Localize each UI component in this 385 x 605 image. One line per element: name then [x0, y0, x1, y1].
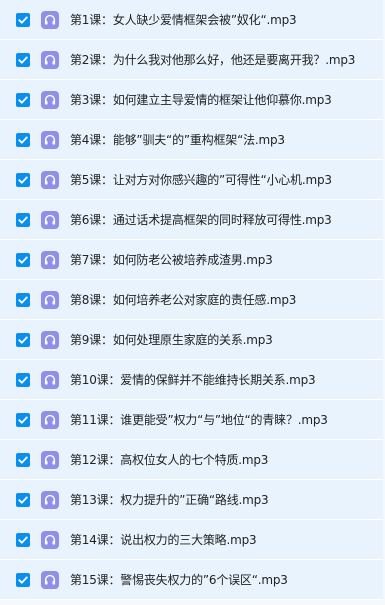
- audio-headphones-icon: [41, 290, 59, 309]
- file-row[interactable]: 第12课：高权位女人的七个特质.mp3: [0, 440, 383, 480]
- checkbox-checked-icon[interactable]: [16, 132, 30, 147]
- file-row[interactable]: 第8课：如何培养老公对家庭的责任感.mp3: [0, 280, 383, 320]
- checkbox-checked-icon[interactable]: [16, 492, 30, 507]
- file-row[interactable]: 第9课：如何处理原生家庭的关系.mp3: [0, 320, 383, 360]
- checkbox-checked-icon[interactable]: [16, 572, 30, 587]
- file-name: 第4课：能够”驯夫“的”重构框架“法.mp3: [70, 133, 285, 147]
- checkbox-checked-icon[interactable]: [16, 372, 30, 387]
- file-row[interactable]: 第2课：为什么我对他那么好，他还是要离开我？.mp3: [0, 40, 383, 80]
- file-name: 第11课：谁更能受”权力“与”地位“的青睐？.mp3: [70, 413, 328, 427]
- audio-headphones-icon: [41, 130, 59, 149]
- audio-headphones-icon: [41, 170, 59, 189]
- checkbox-checked-icon[interactable]: [16, 92, 30, 107]
- checkbox-checked-icon[interactable]: [16, 412, 30, 427]
- file-name: 第12课：高权位女人的七个特质.mp3: [70, 453, 269, 467]
- audio-headphones-icon: [41, 90, 59, 109]
- audio-headphones-icon: [41, 330, 59, 349]
- file-name: 第1课：女人缺少爱情框架会被”奴化“.mp3: [70, 13, 297, 27]
- checkbox-checked-icon[interactable]: [16, 452, 30, 467]
- file-row[interactable]: 第4课：能够”驯夫“的”重构框架“法.mp3: [0, 120, 383, 160]
- file-name: 第7课：如何防老公被培养成渣男.mp3: [70, 253, 273, 267]
- audio-headphones-icon: [41, 570, 59, 589]
- file-name: 第14课：说出权力的三大策略.mp3: [70, 533, 257, 547]
- file-row[interactable]: 第14课：说出权力的三大策略.mp3: [0, 520, 383, 560]
- file-row[interactable]: 第11课：谁更能受”权力“与”地位“的青睐？.mp3: [0, 400, 383, 440]
- file-row[interactable]: 第13课：权力提升的”正确“路线.mp3: [0, 480, 383, 520]
- file-row[interactable]: 第1课：女人缺少爱情框架会被”奴化“.mp3: [0, 0, 383, 40]
- checkbox-checked-icon[interactable]: [16, 212, 30, 227]
- checkbox-checked-icon[interactable]: [16, 172, 30, 187]
- file-name: 第5课：让对方对你感兴趣的”可得性“小心机.mp3: [70, 173, 332, 187]
- file-row[interactable]: 第7课：如何防老公被培养成渣男.mp3: [0, 240, 383, 280]
- file-name: 第8课：如何培养老公对家庭的责任感.mp3: [70, 293, 297, 307]
- file-row[interactable]: 第3课：如何建立主导爱情的框架让他仰慕你.mp3: [0, 80, 383, 120]
- audio-headphones-icon: [41, 10, 59, 29]
- checkbox-checked-icon[interactable]: [16, 292, 30, 307]
- audio-headphones-icon: [41, 250, 59, 269]
- checkbox-checked-icon[interactable]: [16, 332, 30, 347]
- file-name: 第15课：警惕丧失权力的”6个误区“.mp3: [70, 573, 288, 587]
- file-name: 第3课：如何建立主导爱情的框架让他仰慕你.mp3: [70, 93, 332, 107]
- audio-headphones-icon: [41, 410, 59, 429]
- checkbox-checked-icon[interactable]: [16, 12, 30, 27]
- checkbox-checked-icon[interactable]: [16, 52, 30, 67]
- file-row[interactable]: 第6课：通过话术提高框架的同时释放可得性.mp3: [0, 200, 383, 240]
- file-row[interactable]: 第10课：爱情的保鲜并不能维持长期关系.mp3: [0, 360, 383, 400]
- file-row[interactable]: 第15课：警惕丧失权力的”6个误区“.mp3: [0, 560, 383, 600]
- checkbox-checked-icon[interactable]: [16, 252, 30, 267]
- audio-headphones-icon: [41, 50, 59, 69]
- file-name: 第9课：如何处理原生家庭的关系.mp3: [70, 333, 273, 347]
- audio-headphones-icon: [41, 490, 59, 509]
- file-row[interactable]: 第5课：让对方对你感兴趣的”可得性“小心机.mp3: [0, 160, 383, 200]
- file-name: 第10课：爱情的保鲜并不能维持长期关系.mp3: [70, 373, 316, 387]
- audio-headphones-icon: [41, 530, 59, 549]
- file-name: 第2课：为什么我对他那么好，他还是要离开我？.mp3: [70, 53, 356, 67]
- audio-headphones-icon: [41, 370, 59, 389]
- checkbox-checked-icon[interactable]: [16, 532, 30, 547]
- file-list: 第1课：女人缺少爱情框架会被”奴化“.mp3 第2课：为什么我对他那么好，他还是要…: [0, 0, 385, 605]
- audio-headphones-icon: [41, 210, 59, 229]
- file-name: 第6课：通过话术提高框架的同时释放可得性.mp3: [70, 213, 332, 227]
- file-name: 第13课：权力提升的”正确“路线.mp3: [70, 493, 269, 507]
- audio-headphones-icon: [41, 450, 59, 469]
